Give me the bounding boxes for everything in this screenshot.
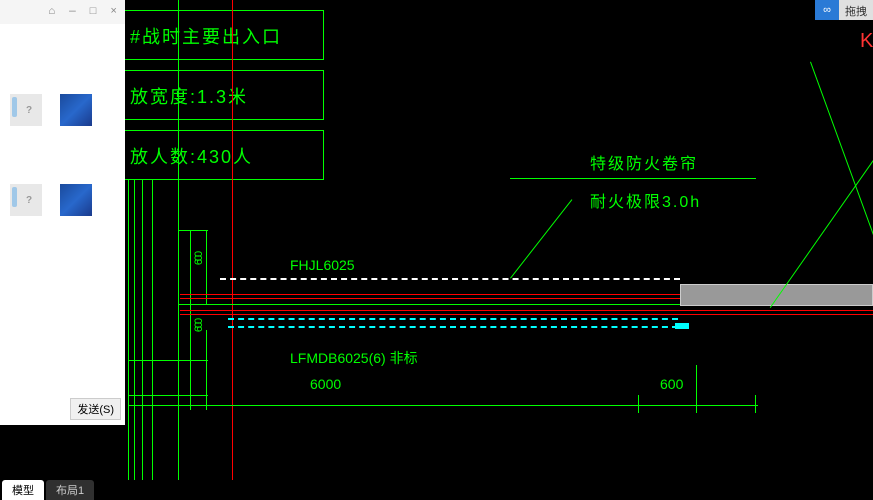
column-section [680, 284, 873, 306]
thumb-doc[interactable]: ? [10, 184, 42, 216]
wall-line [180, 314, 873, 315]
gridline [206, 330, 207, 410]
label-fhjl: FHJL6025 [290, 257, 355, 273]
gridline [152, 180, 153, 500]
dim-6000: 6000 [310, 376, 341, 392]
dim-600-b: 600 [193, 320, 205, 332]
leader-line [510, 178, 756, 179]
label-people: 放人数:430人 [130, 143, 253, 169]
dim-line [636, 405, 758, 406]
send-button[interactable]: 发送(S) [70, 398, 121, 420]
gridline [134, 180, 135, 500]
gridline [128, 395, 208, 396]
cad-canvas[interactable]: #战时主要出入口 放宽度:1.3米 放人数:430人 600 600 FHJL6… [0, 0, 873, 500]
infinity-icon: ∞ [815, 0, 839, 20]
axis-line [232, 0, 233, 500]
letter-k: K [860, 30, 873, 53]
dim-tick [638, 395, 639, 413]
dim-line [206, 405, 696, 406]
label-fire-limit: 耐火极限3.0h [590, 188, 701, 212]
toggle-label: 拖拽 [839, 0, 873, 20]
float-panel: ⌂ — □ × ? ? 发送(S) [0, 0, 125, 425]
thumb-image[interactable] [60, 184, 92, 216]
pin-icon[interactable]: ⌂ [49, 6, 56, 18]
maximize-icon[interactable]: □ [90, 6, 97, 18]
gridline [128, 360, 208, 361]
gridline [178, 0, 179, 500]
panel-footer: 发送(S) [0, 394, 125, 424]
thumb-image[interactable] [60, 94, 92, 126]
gridline [190, 230, 191, 410]
tab-model[interactable]: 模型 [2, 480, 44, 500]
dim-600-right: 600 [660, 376, 683, 392]
dashed-line [228, 318, 678, 320]
drag-toggle[interactable]: ∞ 拖拽 [815, 0, 873, 20]
thumb-row: ? [6, 90, 119, 130]
dashed-line [220, 278, 680, 280]
tab-layout1[interactable]: 布局1 [46, 480, 94, 500]
wall-line [180, 310, 873, 311]
label-width: 放宽度:1.3米 [130, 83, 248, 109]
thumb-row: ? [6, 180, 119, 220]
label-lfmdb: LFMDB6025(6) 非标 [290, 348, 418, 368]
minimize-icon[interactable]: — [69, 6, 76, 18]
gridline [178, 230, 208, 231]
dashed-line [228, 326, 678, 328]
dim-tick [755, 395, 756, 413]
thumb-doc[interactable]: ? [10, 94, 42, 126]
gridline [128, 405, 208, 406]
layout-tabs: 模型 布局1 [0, 480, 873, 500]
panel-body[interactable]: ? ? [0, 24, 125, 394]
cyan-line [675, 323, 689, 329]
close-icon[interactable]: × [110, 6, 117, 18]
leader-diag [510, 199, 572, 278]
dim-600-a: 600 [193, 253, 205, 265]
gridline [142, 180, 143, 500]
panel-titlebar: ⌂ — □ × [0, 0, 125, 24]
gridline [128, 180, 129, 500]
label-exit: #战时主要出入口 [130, 23, 282, 49]
label-fire-curtain: 特级防火卷帘 [590, 150, 698, 174]
